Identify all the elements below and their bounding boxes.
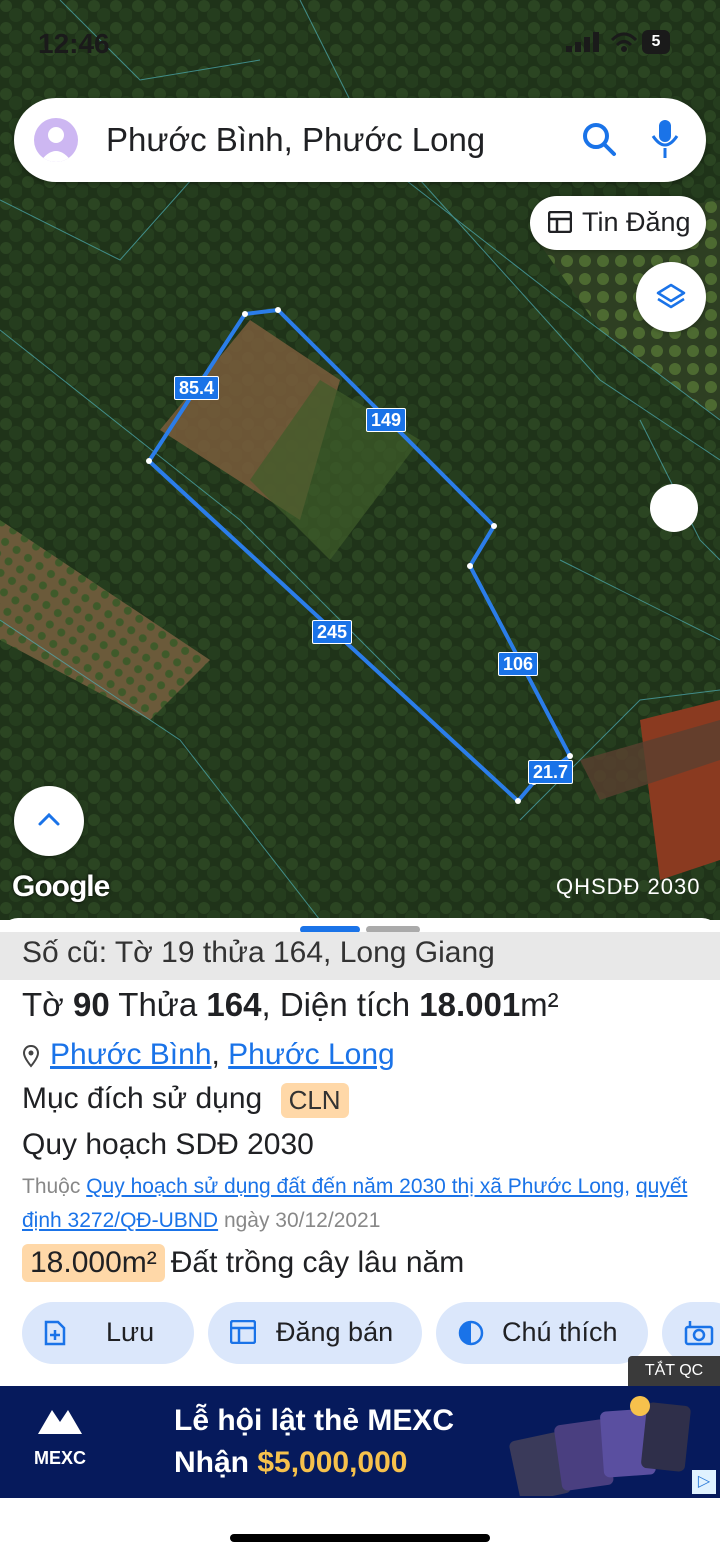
land-type: Đất trồng cây lâu năm <box>170 1246 465 1279</box>
status-time: 12:46 <box>38 28 110 59</box>
belong-prefix: Thuộc <box>22 1175 81 1198</box>
cards-illustration-icon <box>509 1396 691 1496</box>
town-link[interactable]: Phước Long <box>228 1038 395 1071</box>
microphone-icon[interactable] <box>650 118 680 162</box>
area-value: 18.001 <box>419 986 521 1023</box>
old-record-text: Số cũ: Tờ 19 thửa 164, Long Giang <box>22 936 495 969</box>
battery-icon: 5 <box>642 30 670 54</box>
ad-amount: $5,000,000 <box>257 1446 408 1479</box>
add-photo-icon <box>684 1321 714 1346</box>
search-bar[interactable]: Phước Bình, Phước Long <box>14 98 706 182</box>
legend-label: Chú thích <box>502 1317 618 1347</box>
camera-button[interactable] <box>662 1302 720 1364</box>
ad-headline: Lễ hội lật thẻ MEXC <box>174 1404 455 1437</box>
land-area-row: 18.000m² Đất trồng cây lâu năm <box>22 1244 464 1282</box>
location-row: Phước Bình, Phước Long <box>22 1038 395 1072</box>
ward-link[interactable]: Phước Bình <box>50 1038 212 1071</box>
avatar[interactable] <box>34 118 78 162</box>
signal-icon <box>566 32 599 52</box>
ad-subline-prefix: Nhận <box>174 1446 249 1479</box>
status-bar: 12:46 5 <box>0 0 720 80</box>
brand-logo-icon <box>38 1410 82 1434</box>
edge-length-label: 149 <box>366 408 407 432</box>
purpose-label: Mục đích sử dụng <box>22 1082 263 1115</box>
edge-length-label: 85.4 <box>174 376 220 400</box>
parcel-title: Tờ 90 Thửa 164, Diện tích 18.001m² <box>22 986 559 1024</box>
edge-length-label: 21.7 <box>528 760 574 784</box>
add-document-icon <box>44 1320 66 1346</box>
ad-brand: MEXC <box>33 1448 86 1468</box>
plan-reference: Thuộc Quy hoạch sử dụng đất đến năm 2030… <box>22 1175 688 1232</box>
parcel-info-sheet: Số cũ: Tờ 19 thửa 164, Long Giang Tờ 90 … <box>0 918 720 1388</box>
contrast-icon <box>458 1320 484 1346</box>
table-icon <box>548 211 572 233</box>
old-record-bar: Số cũ: Tờ 19 thửa 164, Long Giang <box>0 932 720 980</box>
decision-date: ngày 30/12/2021 <box>223 1209 381 1232</box>
plan-overlay-label: QHSDĐ 2030 <box>556 874 701 899</box>
search-icon[interactable] <box>580 120 620 160</box>
post-sale-button[interactable]: Đăng bán <box>208 1302 422 1364</box>
layers-button[interactable] <box>636 262 706 332</box>
table-icon <box>230 1320 256 1344</box>
ad-banner[interactable]: MEXC Lễ hội lật thẻ MEXC Nhận $5,000,000… <box>0 1386 720 1498</box>
plan-title: Quy hoạch SDĐ 2030 <box>22 1128 314 1161</box>
user-icon <box>40 127 72 162</box>
location-pin-icon <box>22 1045 40 1068</box>
post-sale-label: Đăng bán <box>276 1317 394 1347</box>
close-ad-button[interactable]: TẮT QC <box>628 1356 720 1386</box>
layers-icon <box>656 283 686 309</box>
ad-subline: Nhận $5,000,000 <box>174 1446 408 1480</box>
google-logo: Google <box>12 870 110 903</box>
plan-link[interactable]: Quy hoạch sử dụng đất đến năm 2030 thị x… <box>86 1175 624 1198</box>
listings-button[interactable]: Tin Đăng <box>530 196 706 250</box>
parcel-prefix: Thửa <box>118 986 198 1023</box>
ad-choices-icon[interactable]: ▷ <box>692 1470 716 1494</box>
parcel-number: 164 <box>206 986 262 1023</box>
legend-button[interactable]: Chú thích <box>436 1302 648 1364</box>
edge-length-label: 245 <box>312 620 353 644</box>
sheet-prefix: Tờ <box>22 986 64 1023</box>
purpose-code-badge: CLN <box>280 1082 349 1118</box>
area-unit: m² <box>520 986 559 1023</box>
map-view[interactable]: 85.4 149 245 106 21.7 12:46 5 Phước Bình… <box>0 0 720 920</box>
scroll-handle[interactable] <box>650 484 698 532</box>
home-indicator[interactable] <box>230 1534 490 1542</box>
purpose-row: Mục đích sử dụng CLN <box>22 1082 349 1118</box>
wifi-icon <box>610 32 638 52</box>
chevron-up-icon <box>38 812 60 826</box>
save-label: Lưu <box>106 1317 155 1347</box>
area-prefix: , Diện tích <box>261 986 411 1023</box>
save-button[interactable]: Lưu <box>22 1302 194 1364</box>
area-badge: 18.000m² <box>22 1244 165 1282</box>
edge-length-label: 106 <box>498 652 539 676</box>
sheet-number: 90 <box>72 986 110 1023</box>
search-input[interactable]: Phước Bình, Phước Long <box>106 118 485 162</box>
expand-up-button[interactable] <box>14 786 84 856</box>
listings-label: Tin Đăng <box>582 207 691 237</box>
